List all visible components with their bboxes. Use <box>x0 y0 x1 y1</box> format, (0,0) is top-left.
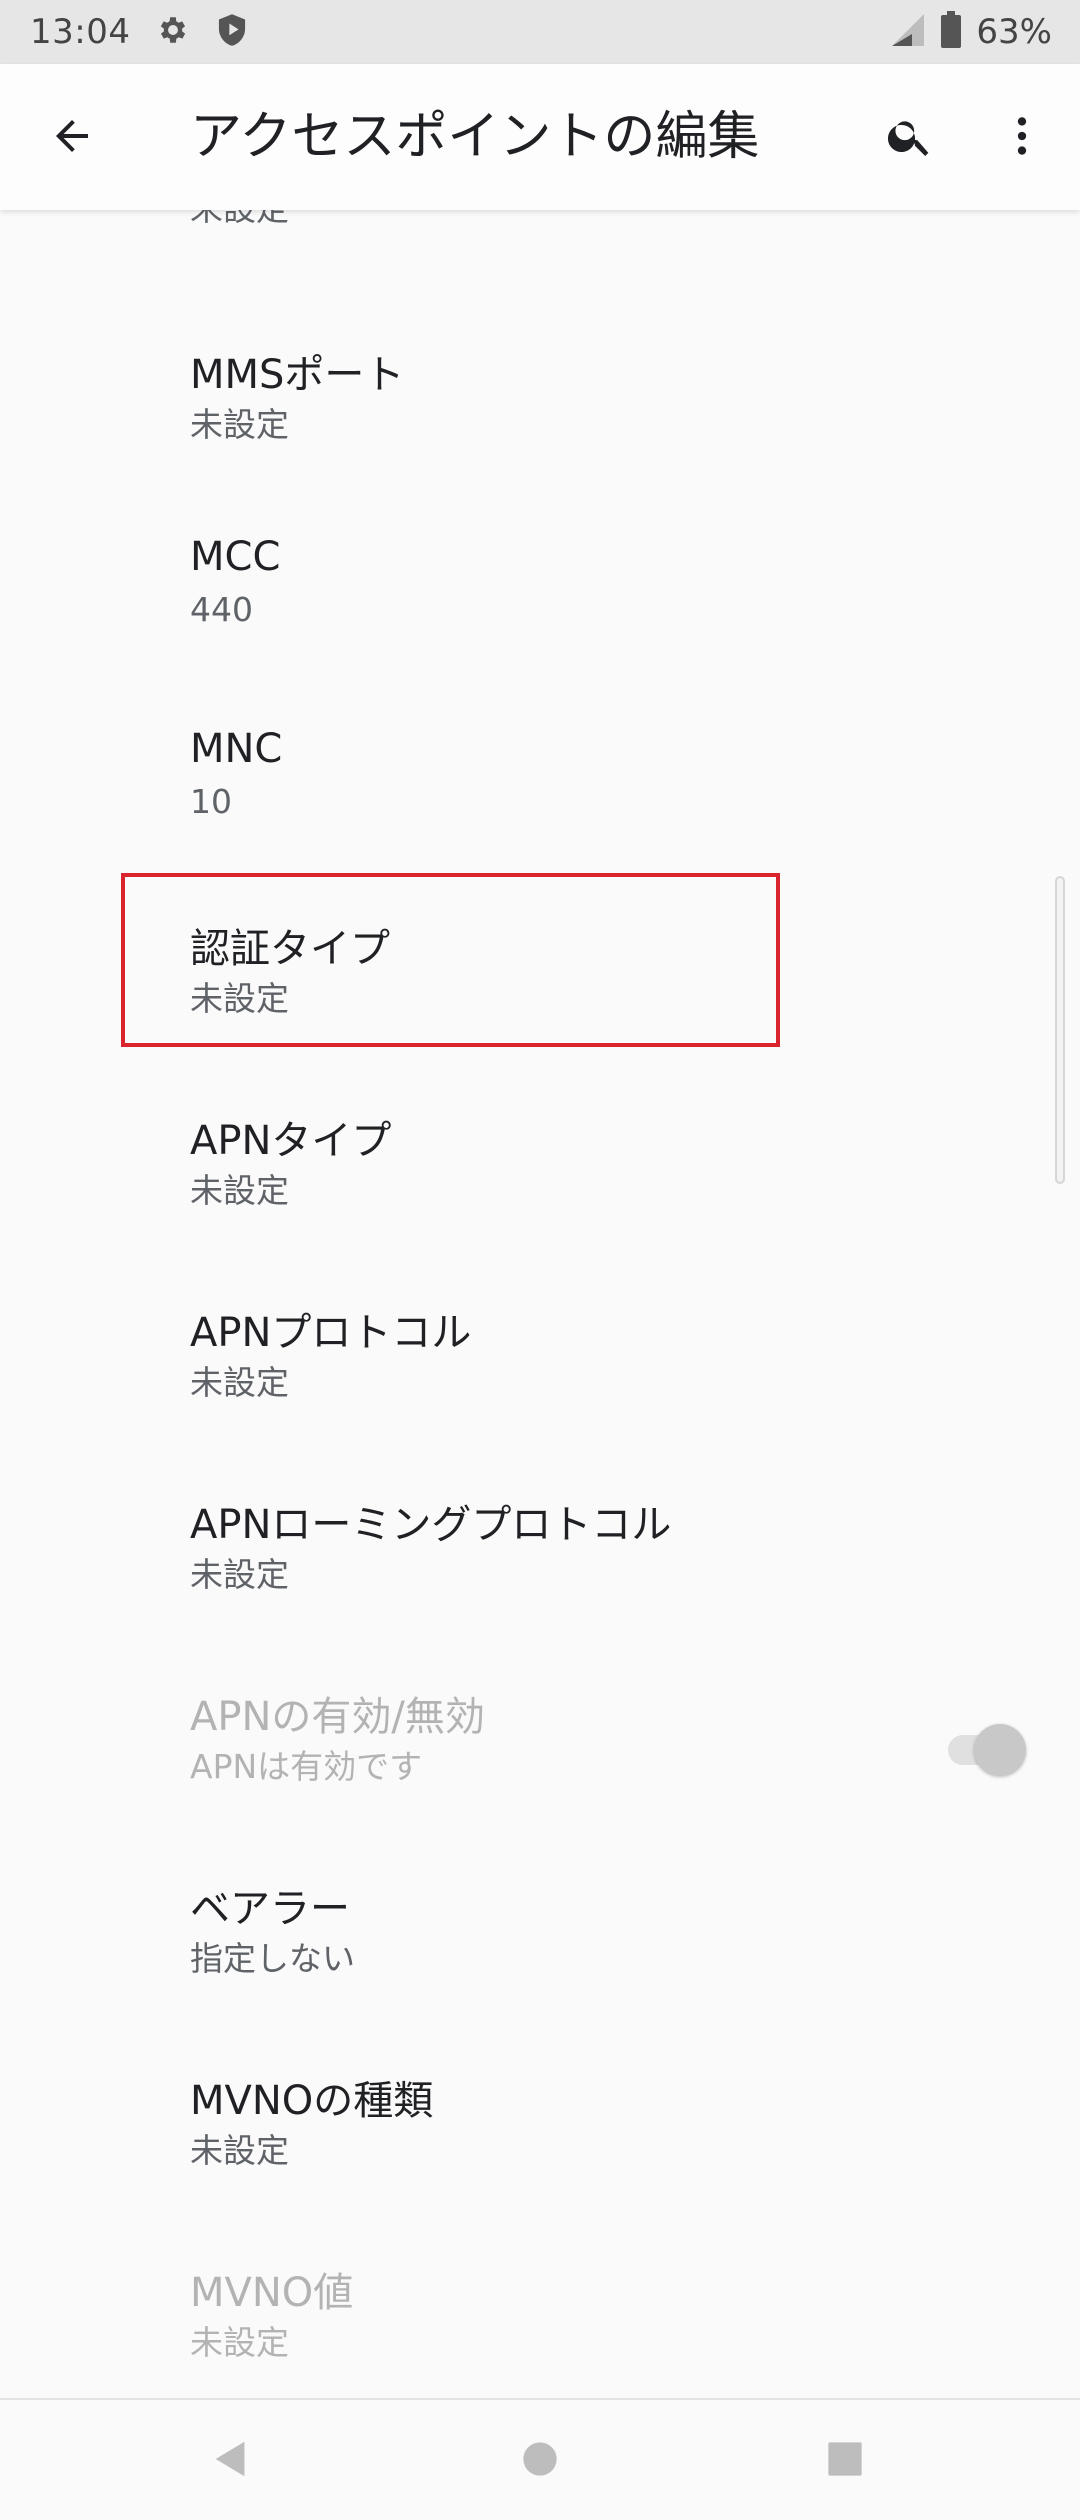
pref-summary: APNは有効です <box>190 1747 423 1786</box>
battery-percentage: 63% <box>976 12 1052 52</box>
back-button[interactable] <box>34 100 110 176</box>
pref-title: APNローミングプロトコル <box>190 1502 672 1548</box>
nav-back-icon <box>208 2436 254 2486</box>
page-title: アクセスポイントの編集 <box>190 107 760 167</box>
pref-summary: 未設定 <box>190 405 289 444</box>
pref-summary: 指定しない <box>190 1939 355 1978</box>
pref-title: APNの有効/無効 <box>190 1694 485 1740</box>
search-button[interactable] <box>872 100 948 176</box>
pref-summary: 未設定 <box>190 1555 289 1594</box>
pref-title: MMSポート <box>190 352 405 398</box>
pref-title: ベアラー <box>190 1886 350 1932</box>
pref-apn-type[interactable]: APNタイプ 未設定 <box>0 1066 1080 1258</box>
pref-mvno-type[interactable]: MVNOの種類 未設定 <box>0 2026 1080 2218</box>
preference-list[interactable]: 未設定 MMSポート 未設定 MCC 440 MNC 10 認証タイプ 未設定 … <box>0 210 1080 2398</box>
pref-title: MCC <box>190 534 281 580</box>
shield-icon <box>216 13 248 51</box>
pref-title: MNC <box>190 726 283 772</box>
pref-summary: 未設定 <box>190 979 289 1018</box>
pref-title: MVNOの種類 <box>190 2078 434 2124</box>
pref-summary: 未設定 <box>190 2323 289 2362</box>
pref-summary: 10 <box>190 782 232 821</box>
gear-icon <box>156 13 190 51</box>
pref-summary: 未設定 <box>190 1363 289 1402</box>
scrollbar[interactable] <box>1055 876 1065 1184</box>
more-options-button[interactable] <box>984 100 1060 176</box>
pref-apn-enable: APNの有効/無効 APNは有効です <box>0 1642 1080 1834</box>
pref-mcc[interactable]: MCC 440 <box>0 492 1080 684</box>
nav-bar <box>0 2398 1080 2520</box>
cut-off-summary: 未設定 <box>190 210 289 230</box>
nav-recents-icon <box>825 2439 865 2483</box>
nav-recents-button[interactable] <box>800 2416 890 2506</box>
search-icon <box>885 111 935 165</box>
pref-mvno-value: MVNO値 未設定 <box>0 2218 1080 2398</box>
battery-icon <box>940 11 962 53</box>
pref-bearer[interactable]: ベアラー 指定しない <box>0 1834 1080 2026</box>
signal-icon <box>886 12 926 52</box>
status-bar: 13:04 63% <box>0 0 1080 64</box>
pref-summary: 未設定 <box>190 1171 289 1210</box>
pref-title: MVNO値 <box>190 2270 354 2316</box>
pref-mnc[interactable]: MNC 10 <box>0 684 1080 876</box>
pref-title: 認証タイプ <box>190 926 390 972</box>
pref-auth-type[interactable]: 認証タイプ 未設定 <box>0 874 1080 1066</box>
status-time: 13:04 <box>30 12 131 52</box>
pref-mms-port[interactable]: MMSポート 未設定 <box>0 300 1080 492</box>
nav-home-icon <box>520 2439 560 2483</box>
back-arrow-icon <box>48 112 96 164</box>
more-vert-icon <box>997 111 1047 165</box>
pref-apn-roaming-protocol[interactable]: APNローミングプロトコル 未設定 <box>0 1450 1080 1642</box>
toggle-thumb <box>974 1724 1026 1776</box>
pref-title: APNプロトコル <box>190 1310 472 1356</box>
status-left: 13:04 <box>30 0 248 64</box>
pref-apn-protocol[interactable]: APNプロトコル 未設定 <box>0 1258 1080 1450</box>
app-bar: アクセスポイントの編集 <box>0 64 1080 210</box>
pref-summary: 440 <box>190 590 253 629</box>
status-right: 63% <box>886 0 1052 64</box>
pref-summary: 未設定 <box>190 2131 289 2170</box>
nav-back-button[interactable] <box>186 2416 276 2506</box>
nav-home-button[interactable] <box>495 2416 585 2506</box>
apn-enable-toggle <box>944 1720 1028 1776</box>
pref-title: APNタイプ <box>190 1118 392 1164</box>
